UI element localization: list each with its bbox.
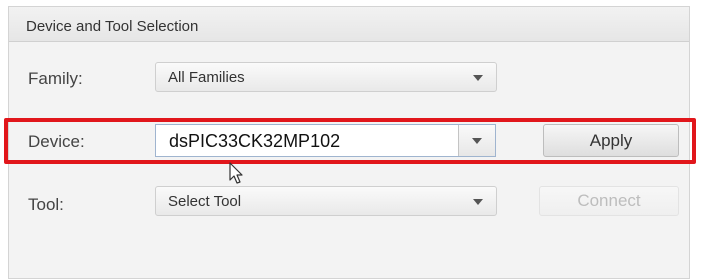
- tool-select[interactable]: Select Tool: [155, 186, 497, 216]
- device-row-highlight: [4, 118, 696, 164]
- family-label: Family:: [28, 69, 83, 88]
- chevron-down-icon: [473, 75, 483, 81]
- connect-button[interactable]: Connect: [539, 186, 679, 216]
- panel-header: Device and Tool Selection: [9, 7, 689, 42]
- tool-label: Tool:: [28, 195, 64, 214]
- panel-title: Device and Tool Selection: [26, 18, 199, 35]
- chevron-down-icon: [473, 199, 483, 205]
- mouse-cursor-icon: [229, 162, 243, 184]
- family-select[interactable]: All Families: [155, 62, 497, 92]
- tool-select-value: Select Tool: [168, 193, 242, 210]
- family-select-value: All Families: [168, 69, 245, 86]
